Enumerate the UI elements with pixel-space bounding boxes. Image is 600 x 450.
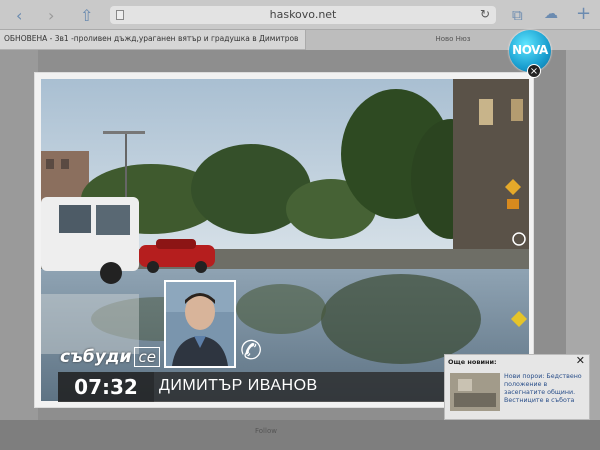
nova-logo-text: NOVA	[512, 43, 548, 57]
news-thumbnail[interactable]	[450, 373, 500, 411]
show-brand-main: събуди	[60, 347, 132, 367]
add-tab-icon[interactable]: +	[576, 3, 591, 24]
more-news-popup: Още новини: ✕ Нови порои: Бедствено поло…	[444, 354, 590, 420]
caller-photo	[166, 282, 234, 366]
lightbox-close-button[interactable]: ×	[527, 64, 541, 78]
back-icon[interactable]: ‹	[16, 6, 22, 25]
tab-other-label: Ново Нюз	[435, 35, 471, 43]
background-bottom-label: Follow	[255, 427, 277, 435]
url-text: haskovo.net	[269, 8, 337, 21]
show-brand-suffix: се	[134, 347, 160, 367]
broadcast-clock: 07:32	[58, 372, 154, 402]
background-left-column	[0, 50, 38, 450]
browser-toolbar: ‹ › ⇧ haskovo.net ↻ ⧉ ☁ +	[0, 0, 600, 30]
caller-portrait	[164, 280, 236, 368]
reload-icon[interactable]: ↻	[480, 7, 490, 21]
bookmarks-icon[interactable]: ⧉	[512, 6, 523, 24]
clock-time: 07:32	[74, 375, 138, 399]
tab-other[interactable]: Ново Нюз	[305, 30, 600, 50]
address-bar[interactable]: haskovo.net ↻	[110, 6, 496, 24]
tab-active[interactable]: ОБНОВЕНА - 3в1 -проливен дъжд,ураганен в…	[4, 34, 299, 43]
forward-icon[interactable]: ›	[48, 6, 54, 25]
more-news-close-button[interactable]: ✕	[576, 354, 585, 367]
news-headline-link[interactable]: Нови порои: Бедствено положение в засегн…	[504, 373, 588, 405]
news-thumbnail-image	[450, 373, 500, 411]
share-icon[interactable]: ⇧	[80, 6, 93, 25]
background-bottom-bar: Follow	[0, 420, 600, 450]
tv-frame: ‹ › ⇧ haskovo.net ↻ ⧉ ☁ + ОБНОВЕНА - 3в1…	[0, 0, 600, 450]
more-news-header: Още новини:	[448, 358, 497, 366]
show-brand: събуди се	[60, 347, 160, 367]
caller-name: ДИМИТЪР ИВАНОВ	[159, 377, 318, 394]
cloud-icon[interactable]: ☁	[544, 6, 558, 22]
caller-name-bar: ДИМИТЪР ИВАНОВ	[154, 372, 444, 402]
